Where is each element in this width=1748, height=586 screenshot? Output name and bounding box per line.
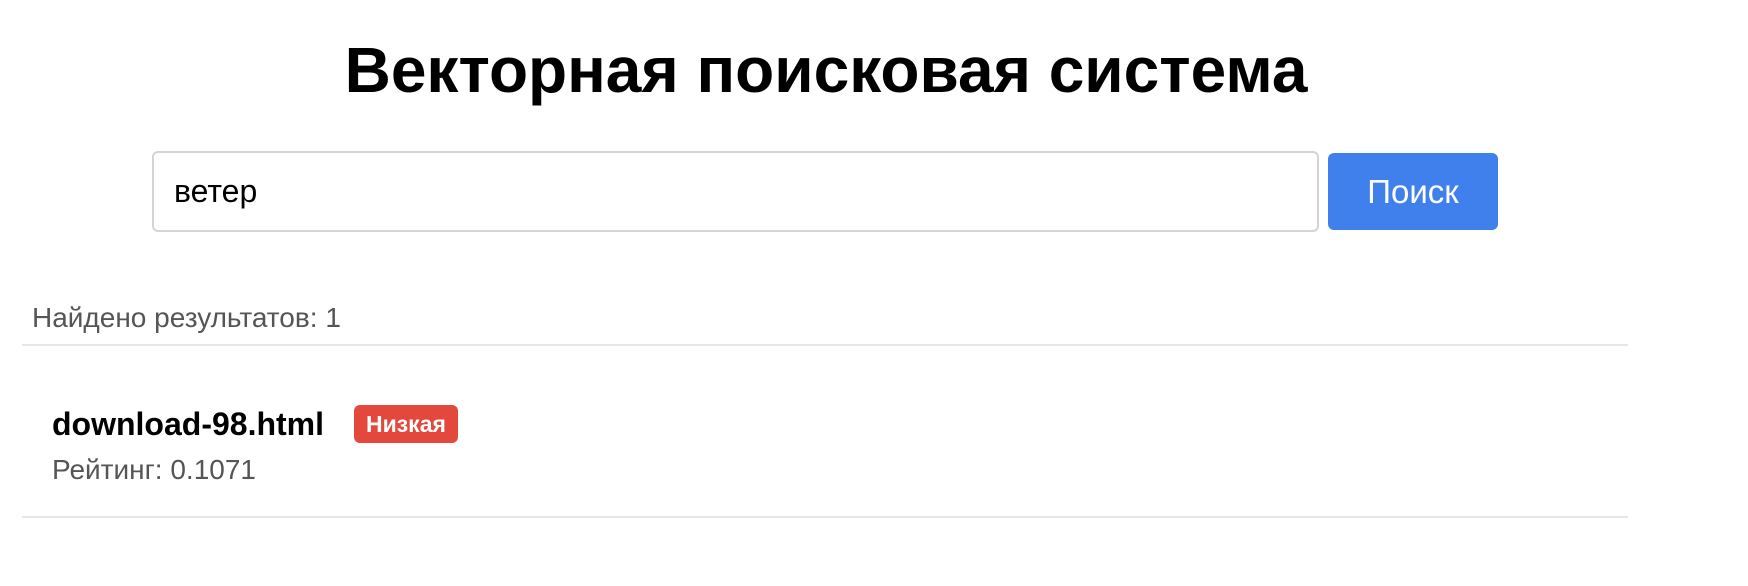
results-divider-top [22, 344, 1628, 346]
result-title-link[interactable]: download-98.html [52, 406, 324, 443]
page-container: Векторная поисковая система Поиск Найден… [0, 0, 1748, 586]
page-title: Векторная поисковая система [344, 34, 1308, 106]
result-item: download-98.html Низкая Рейтинг: 0.1071 [52, 402, 1552, 502]
results-count: Найдено результатов: 1 [32, 302, 341, 333]
search-button[interactable]: Поиск [1328, 153, 1498, 230]
result-title-row: download-98.html Низкая [52, 402, 458, 446]
results-divider-bottom [22, 516, 1628, 518]
search-form: Поиск [152, 151, 1501, 232]
search-input[interactable] [152, 151, 1319, 232]
relevance-badge: Низкая [354, 405, 458, 443]
result-score: Рейтинг: 0.1071 [52, 454, 256, 485]
